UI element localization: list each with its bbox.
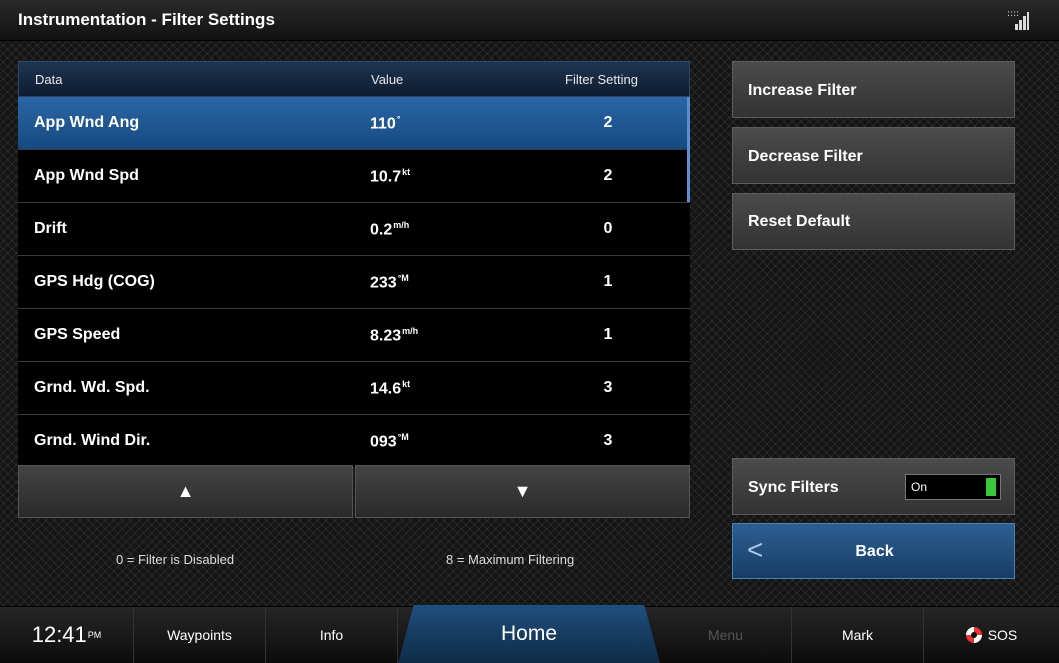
row-value: 093°M [370, 432, 409, 451]
table-row[interactable]: GPS Hdg (COG) 233°M 1 [18, 256, 690, 309]
row-data: GPS Hdg (COG) [34, 273, 155, 290]
toggle-state: On [911, 480, 928, 494]
back-label: Back [855, 543, 894, 560]
sync-filters-toggle[interactable]: On [905, 474, 1001, 500]
scroll-up-button[interactable]: ▲ [18, 465, 353, 518]
table-scrollbar[interactable] [687, 97, 690, 202]
increase-filter-label: Increase Filter [748, 82, 857, 99]
row-filter: 0 [603, 220, 613, 237]
increase-filter-button[interactable]: Increase Filter [732, 61, 1015, 118]
row-filter: 2 [603, 114, 613, 131]
back-button[interactable]: < Back [732, 523, 1015, 579]
row-filter: 2 [603, 167, 613, 184]
row-data: App Wnd Ang [34, 114, 140, 131]
table-row[interactable]: App Wnd Spd 10.7kt 2 [18, 150, 690, 203]
mark-button[interactable]: Mark [792, 607, 924, 663]
row-value: 10.7kt [370, 167, 411, 186]
row-filter: 1 [603, 326, 613, 343]
row-value: 14.6kt [370, 379, 411, 398]
row-filter: 3 [603, 432, 613, 449]
row-data: Drift [34, 220, 67, 237]
sync-filters-label: Sync Filters [748, 479, 839, 496]
decrease-filter-button[interactable]: Decrease Filter [732, 127, 1015, 184]
legend-min: 0 = Filter is Disabled [116, 552, 235, 567]
header-value: Value [371, 72, 404, 87]
scroll-down-button[interactable]: ▼ [355, 465, 690, 518]
decrease-filter-label: Decrease Filter [748, 148, 863, 165]
row-value: 8.23m/h [370, 326, 419, 345]
scroll-buttons: ▲ ▼ [18, 465, 690, 518]
signal-icon: :::: [1007, 10, 1029, 30]
clock: 12:41 PM [0, 607, 134, 663]
sos-button[interactable]: SOS [924, 607, 1059, 663]
table-row[interactable]: App Wnd Ang 110° 2 [18, 97, 690, 150]
menu-button[interactable]: Menu [660, 607, 792, 663]
row-filter: 1 [603, 273, 613, 290]
header-filter-setting: Filter Setting [565, 72, 638, 87]
table-row[interactable]: Drift 0.2m/h 0 [18, 203, 690, 256]
sync-filters-row[interactable]: Sync Filters On [732, 458, 1015, 515]
row-data: App Wnd Spd [34, 167, 139, 184]
lifebuoy-icon [965, 627, 982, 643]
table-header: Data Value Filter Setting [18, 61, 690, 97]
reset-default-label: Reset Default [748, 213, 851, 230]
toggle-indicator [986, 478, 996, 496]
row-data: Grnd. Wind Dir. [34, 432, 151, 449]
table-row[interactable]: GPS Speed 8.23m/h 1 [18, 309, 690, 362]
legend-max: 8 = Maximum Filtering [446, 552, 575, 567]
home-button[interactable]: Home [398, 605, 660, 663]
table-row[interactable]: Grnd. Wind Dir. 093°M 3 [18, 415, 690, 467]
arrow-up-icon: ▲ [176, 481, 195, 501]
row-value: 233°M [370, 273, 409, 292]
reset-default-button[interactable]: Reset Default [732, 193, 1015, 250]
arrow-down-icon: ▼ [513, 481, 532, 501]
row-value: 0.2m/h [370, 220, 410, 239]
row-filter: 3 [603, 379, 613, 396]
bottom-bar: 12:41 PM Waypoints Info Home Menu Mark SO… [0, 605, 1059, 663]
table-row[interactable]: Grnd. Wd. Spd. 14.6kt 3 [18, 362, 690, 415]
filter-table: Data Value Filter Setting App Wnd Ang 11… [18, 61, 690, 467]
page-title: Instrumentation - Filter Settings [18, 10, 275, 29]
row-data: Grnd. Wd. Spd. [34, 379, 150, 396]
header-data: Data [35, 72, 63, 87]
row-data: GPS Speed [34, 326, 121, 343]
title-bar: Instrumentation - Filter Settings :::: [0, 0, 1059, 41]
row-value: 110° [370, 114, 401, 133]
waypoints-button[interactable]: Waypoints [134, 607, 266, 663]
table-body: App Wnd Ang 110° 2 App Wnd Spd 10.7kt 2 … [18, 97, 690, 467]
info-button[interactable]: Info [266, 607, 398, 663]
